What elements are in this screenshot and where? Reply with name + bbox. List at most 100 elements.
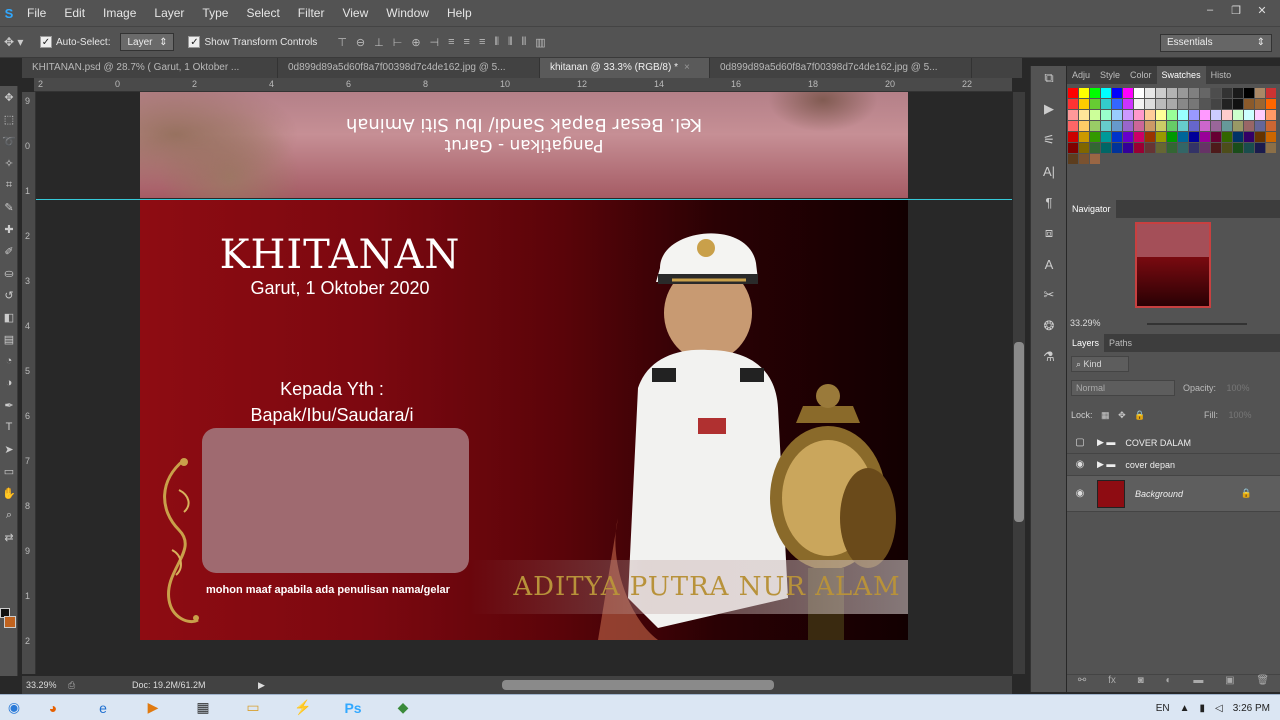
blur-tool-icon[interactable]: ◔ [0,350,18,372]
swatch[interactable] [1233,99,1243,109]
group-expand-icon[interactable]: ▶ ▬ [1097,459,1115,470]
swatch[interactable] [1068,88,1078,98]
gradient-tool-icon[interactable]: ▤ [0,328,18,350]
swatch[interactable] [1178,143,1188,153]
swatch[interactable] [1156,110,1166,120]
swatch[interactable] [1134,121,1144,131]
tab-adjustments[interactable]: Adju [1067,66,1095,84]
lock-all-icon[interactable]: 🔒 [1134,410,1145,420]
history-brush-tool-icon[interactable]: ↺ [0,284,18,306]
menu-edit[interactable]: Edit [55,6,94,20]
swatch[interactable] [1266,88,1276,98]
swatch[interactable] [1134,132,1144,142]
swatch[interactable] [1112,110,1122,120]
paragraph-panel-icon[interactable]: ¶ [1031,190,1067,214]
swatch[interactable] [1134,110,1144,120]
path-selection-tool-icon[interactable]: ➤ [0,438,18,460]
actions-panel-icon[interactable]: ▶ [1031,97,1067,121]
swatch[interactable] [1211,121,1221,131]
swatch[interactable] [1244,88,1254,98]
swatch[interactable] [1255,143,1265,153]
swatch[interactable] [1112,143,1122,153]
marquee-tool-icon[interactable]: ⬚ [0,108,18,130]
swatch[interactable] [1211,88,1221,98]
swatch[interactable] [1200,132,1210,142]
hand-tool-icon[interactable]: ✋ [0,482,18,504]
swatch[interactable] [1178,88,1188,98]
tab-layers[interactable]: Layers [1067,334,1105,352]
swatch[interactable] [1222,132,1232,142]
volume-icon[interactable]: ◁ [1215,703,1223,714]
swatch[interactable] [1090,132,1100,142]
background-color-swatch[interactable] [4,616,16,628]
tab-khitanan-active[interactable]: khitanan @ 33.3% (RGB/8) * × [540,58,710,78]
swatch[interactable] [1244,99,1254,109]
status-export-icon[interactable]: ⎙ [68,680,132,691]
swatch[interactable] [1079,132,1089,142]
swatch[interactable] [1189,110,1199,120]
swatch[interactable] [1244,110,1254,120]
swatch[interactable] [1068,132,1078,142]
swatch[interactable] [1112,88,1122,98]
visibility-hidden-icon[interactable]: ▢ [1067,437,1093,448]
properties-panel-icon[interactable]: ⚗ [1031,345,1067,369]
swatch[interactable] [1112,99,1122,109]
swatch[interactable] [1068,110,1078,120]
tab-color[interactable]: Color [1125,66,1157,84]
add-mask-icon[interactable]: ◙ [1138,675,1144,692]
swatch[interactable] [1145,88,1155,98]
3d-panel-icon[interactable]: ❂ [1031,314,1067,338]
new-layer-icon[interactable]: ▣ [1225,675,1234,692]
align-hcenter-icon[interactable]: ⊕ [411,36,420,49]
tab-khitanan-psd[interactable]: KHITANAN.psd @ 28.7% ( Garut, 1 Oktober … [22,58,278,78]
swatch[interactable] [1167,132,1177,142]
menu-help[interactable]: Help [438,6,481,20]
auto-align-icon[interactable]: ▥ [535,36,545,49]
transform-controls-checkbox[interactable]: ✓ Show Transform Controls [188,36,317,48]
clock[interactable]: 3:26 PM [1233,703,1270,714]
swatch[interactable] [1266,143,1276,153]
swatch[interactable] [1068,154,1078,164]
horizontal-scroll-thumb[interactable] [502,680,774,690]
swatch[interactable] [1167,88,1177,98]
swatch[interactable] [1233,143,1243,153]
language-indicator[interactable]: EN [1156,703,1170,714]
swatch[interactable] [1090,88,1100,98]
align-left-icon[interactable]: ⊢ [393,36,403,49]
lasso-tool-icon[interactable]: ➰ [0,130,18,152]
clone-source-panel-icon[interactable]: ⧈ [1031,221,1067,245]
distribute-left-icon[interactable]: ⫴ [494,36,499,49]
swatch[interactable] [1101,143,1111,153]
swatch[interactable] [1101,88,1111,98]
character-styles-icon[interactable]: A [1031,252,1067,276]
fx-icon[interactable]: fx [1108,675,1116,692]
swatch[interactable] [1145,110,1155,120]
swatch[interactable] [1222,99,1232,109]
swatch[interactable] [1145,143,1155,153]
zoom-tool-icon[interactable]: ⌕ [0,504,18,526]
swatch[interactable] [1255,88,1265,98]
eyedropper-tool-icon[interactable]: ✎ [0,196,18,218]
layer-row-background[interactable]: ◉ Background 🔒 [1067,476,1280,512]
lock-position-icon[interactable]: ✥ [1118,410,1126,420]
dodge-tool-icon[interactable]: ◑ [0,372,18,394]
swatch[interactable] [1244,143,1254,153]
swatch[interactable] [1134,88,1144,98]
swatch[interactable] [1090,121,1100,131]
swatch[interactable] [1255,132,1265,142]
swatch[interactable] [1189,88,1199,98]
distribute-hcenter-icon[interactable]: ⫴ [508,36,513,49]
swatch[interactable] [1123,110,1133,120]
tab-paths[interactable]: Paths [1104,334,1137,352]
firefox-icon[interactable]: ◕ [28,695,78,720]
crop-tool-icon[interactable]: ⌗ [0,174,18,196]
opacity-control[interactable]: Opacity: 100% [1183,383,1250,393]
media-player-icon[interactable]: ▶ [128,695,178,720]
document-canvas[interactable]: Pangatikan - Garut Kel. Besar Bapak Sand… [140,92,908,640]
swatch[interactable] [1101,99,1111,109]
swatch[interactable] [1200,88,1210,98]
swatch[interactable] [1200,110,1210,120]
winamp-icon[interactable]: ⚡ [278,695,328,720]
swatch[interactable] [1233,132,1243,142]
distribute-bottom-icon[interactable]: ≡ [479,36,485,49]
